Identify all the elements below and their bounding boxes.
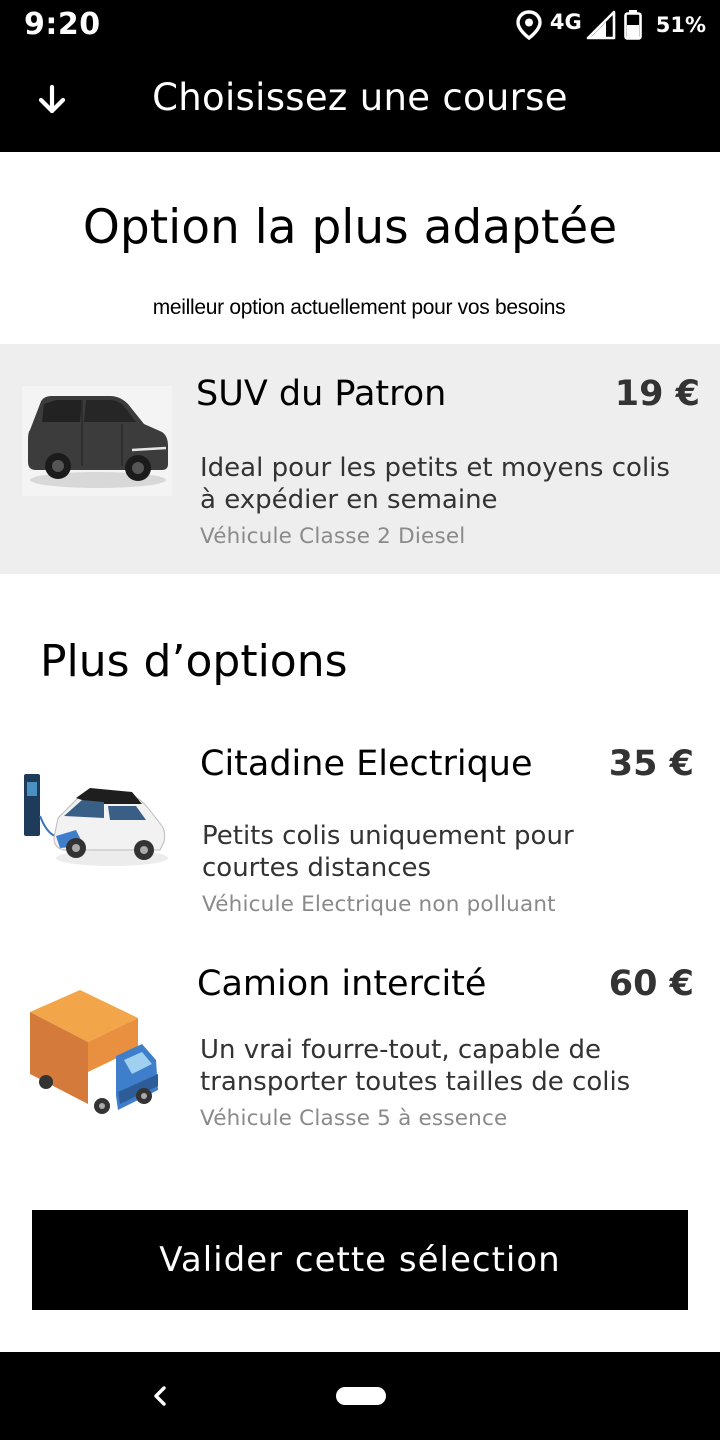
status-icons: 4G 51%	[516, 9, 706, 41]
option-price: 35 €	[608, 744, 694, 784]
option-name: Citadine Electrique	[200, 744, 533, 784]
nav-home-pill[interactable]	[336, 1387, 386, 1405]
electric-car-icon	[24, 774, 168, 866]
option-name: SUV du Patron	[196, 374, 447, 414]
option-vehicle-class: Véhicule Classe 2 Diesel	[200, 524, 466, 549]
best-option-subtitle: meilleur option actuellement pour vos be…	[152, 296, 566, 319]
ride-option-truck[interactable]: Camion intercité 60 € Un vrai fourre-tou…	[0, 950, 720, 1150]
network-type: 4G	[549, 10, 582, 34]
option-name: Camion intercité	[197, 964, 487, 1004]
battery-percent: 51%	[655, 13, 706, 37]
battery-icon	[623, 10, 642, 40]
option-description: Un vrai fourre-tout, capable de transpor…	[200, 1035, 631, 1097]
page-title: Choisissez une course	[152, 76, 568, 119]
selected-ride-option[interactable]: SUV du Patron 19 € Ideal pour les petits…	[0, 344, 720, 574]
more-options-heading: Plus d’options	[40, 636, 348, 687]
option-vehicle-class: Véhicule Classe 5 à essence	[200, 1106, 508, 1131]
option-price: 60 €	[608, 964, 694, 1004]
best-option-heading: Option la plus adaptée	[82, 200, 618, 255]
system-nav-bar	[0, 1352, 720, 1440]
status-time: 9:20	[24, 7, 101, 42]
option-price: 19 €	[614, 374, 700, 414]
truck-icon	[30, 990, 158, 1114]
app-header: Choisissez une course	[0, 50, 720, 152]
status-bar: 9:20 4G 51%	[0, 0, 720, 50]
signal-icon	[586, 10, 616, 40]
location-icon	[516, 10, 542, 40]
validate-selection-button[interactable]: Valider cette sélection	[32, 1210, 688, 1310]
nav-back-icon[interactable]	[146, 1380, 174, 1412]
option-vehicle-class: Véhicule Electrique non polluant	[202, 892, 556, 917]
option-description: Ideal pour les petits et moyens colis à …	[200, 453, 670, 515]
ride-option-electric[interactable]: Citadine Electrique 35 € Petits colis un…	[0, 730, 720, 930]
option-description: Petits colis uniquement pour courtes dis…	[202, 821, 574, 883]
suv-car-icon	[22, 386, 172, 496]
